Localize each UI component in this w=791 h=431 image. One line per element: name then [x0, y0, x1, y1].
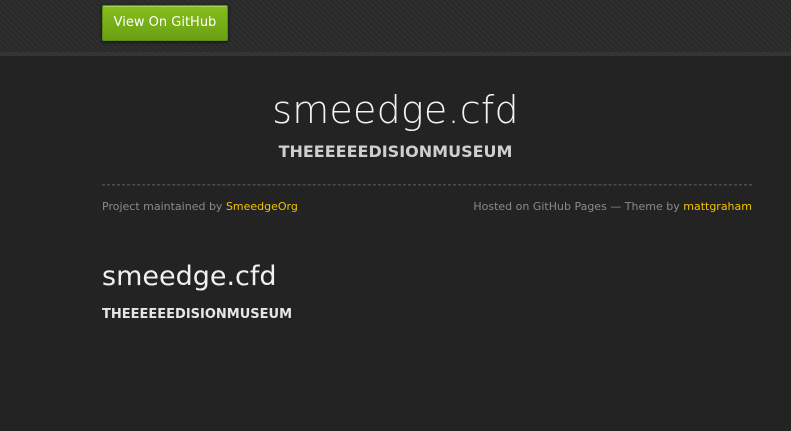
- page-content: smeedge.cfd THEEEEEEDISIONMUSEUM Project…: [0, 56, 791, 431]
- maintainer-link[interactable]: SmeedgeOrg: [226, 200, 298, 213]
- site-title: smeedge.cfd: [272, 88, 519, 132]
- hosting-credit: Hosted on GitHub Pages — Theme by mattgr…: [473, 200, 752, 213]
- site-tagline: THEEEEEEDISIONMUSEUM: [278, 142, 513, 161]
- top-bar: View On GitHub: [0, 0, 791, 56]
- theme-author-link[interactable]: mattgraham: [683, 200, 752, 213]
- main-subheading: THEEEEEEDISIONMUSEUM: [102, 307, 293, 322]
- maintainer-prefix: Project maintained by: [102, 200, 223, 213]
- hosting-prefix: Hosted on GitHub Pages — Theme by: [473, 200, 680, 213]
- divider: [102, 184, 752, 186]
- main-heading: smeedge.cfd: [102, 261, 277, 292]
- maintainer-credit: Project maintained by SmeedgeOrg: [102, 200, 298, 213]
- view-on-github-button[interactable]: View On GitHub: [102, 5, 228, 41]
